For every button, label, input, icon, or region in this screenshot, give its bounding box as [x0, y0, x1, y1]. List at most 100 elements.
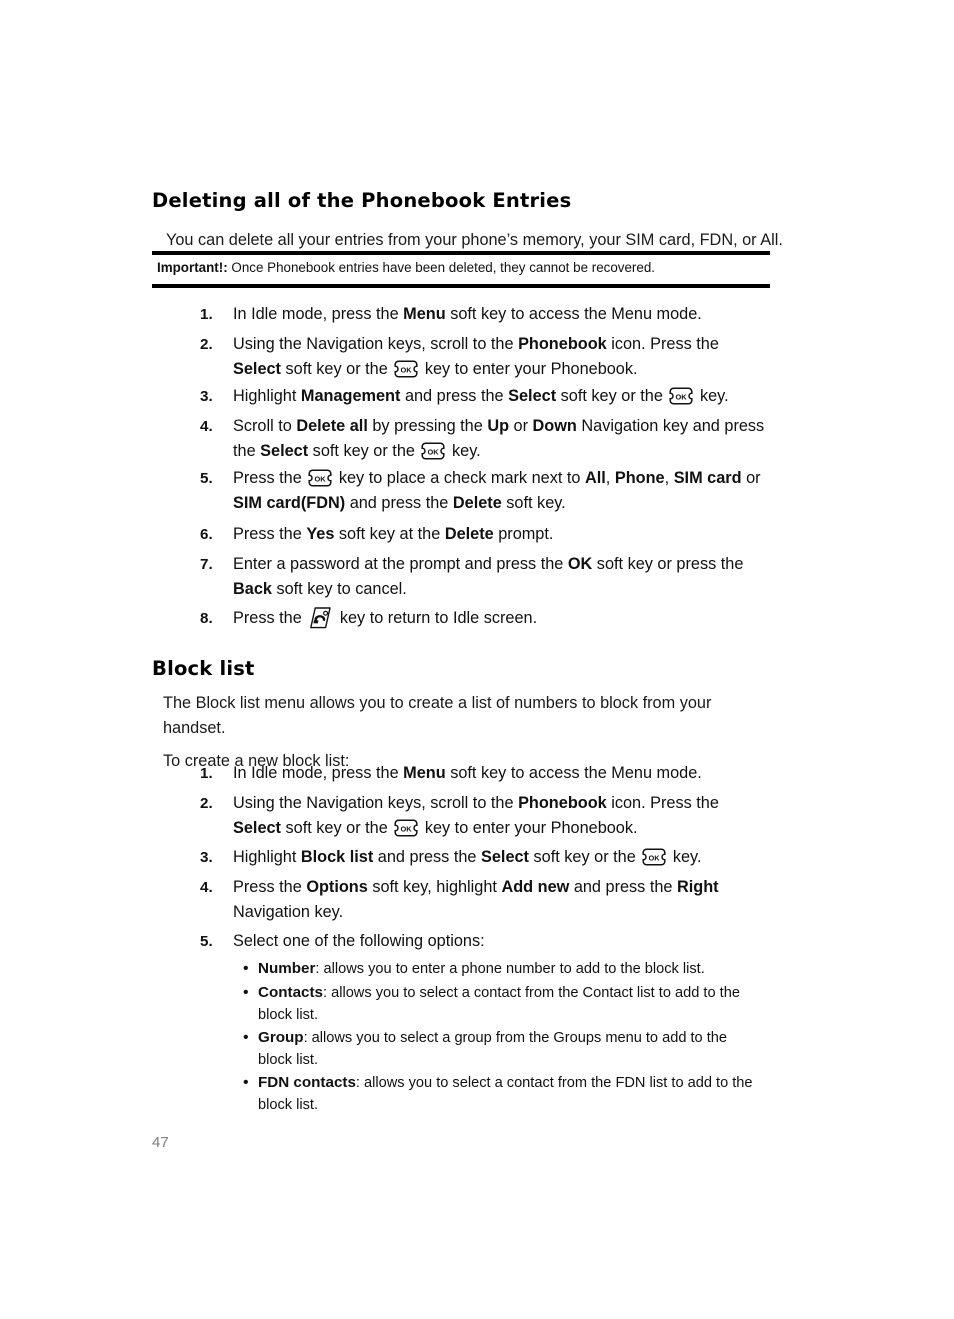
step-body: Using the Navigation keys, scroll to the…: [233, 791, 768, 841]
emphasis-term: Management: [300, 387, 401, 405]
bullet-icon: •: [243, 1029, 249, 1046]
numbered-step: 2. Using the Navigation keys, scroll to t…: [200, 332, 768, 382]
ok-key-icon: OK: [421, 442, 446, 460]
step-body: Highlight Management and press the Selec…: [233, 384, 768, 409]
svg-text:OK: OK: [401, 825, 413, 834]
option-list-item: • Group: allows you to select a group fro…: [243, 1027, 738, 1071]
ok-key-icon: OK: [669, 387, 693, 405]
step-text: key.: [668, 848, 702, 866]
option-text: Contacts: allows you to select a contact…: [258, 982, 743, 1026]
step-text: ,: [664, 469, 674, 487]
emphasis-term: Select: [233, 819, 281, 838]
step-number: 3.: [200, 849, 213, 866]
emphasis-term: Right: [677, 878, 719, 896]
step-number: 5.: [200, 470, 213, 487]
numbered-step: 2. Using the Navigation keys, scroll to t…: [200, 791, 768, 841]
step-number: 1.: [200, 765, 213, 782]
step-body: Select one of the following options:: [233, 929, 768, 954]
step-number: 7.: [200, 556, 213, 573]
emphasis-term: SIM card: [673, 469, 742, 487]
step-text: Highlight: [233, 848, 301, 866]
step-text: Using the Navigation keys, scroll to the: [233, 335, 519, 353]
step-text: key to return to Idle screen.: [335, 609, 538, 627]
important-rule-top: [152, 251, 770, 255]
step-text: soft key or the: [280, 819, 393, 838]
ok-key-icon: OK: [394, 360, 418, 378]
step-number: 4.: [200, 879, 213, 896]
step-text: soft key, highlight: [367, 878, 502, 896]
step-number: 3.: [200, 388, 213, 405]
emphasis-term: Delete: [444, 525, 494, 543]
bullet-icon: •: [243, 1074, 249, 1091]
important-text: Once Phonebook entries have been deleted…: [231, 260, 655, 275]
option-term: FDN contacts: [258, 1074, 356, 1091]
step-text: Select one of the following options:: [233, 932, 485, 950]
step-number: 4.: [200, 418, 213, 435]
step-text: Navigation key.: [233, 903, 344, 922]
emphasis-term: Down: [532, 417, 577, 435]
step-text: and press the: [373, 848, 481, 866]
option-list-item: • FDN contacts: allows you to select a co…: [243, 1072, 753, 1116]
step-number: 6.: [200, 526, 213, 543]
step-number: 8.: [200, 610, 213, 627]
svg-text:OK: OK: [649, 854, 661, 863]
section-title-block-list: Block list: [152, 657, 255, 681]
numbered-step: 4. Scroll to Delete all by pressing the U…: [200, 414, 768, 464]
emphasis-term: Phone: [614, 469, 665, 487]
step-text: soft key to access the Menu mode.: [445, 305, 702, 323]
option-text: Group: allows you to select a group from…: [258, 1027, 738, 1071]
emphasis-term: Add new: [501, 878, 570, 896]
step-text: Using the Navigation keys, scroll to the: [233, 794, 519, 812]
step-text: In Idle mode, press the: [233, 764, 404, 782]
step-text: icon. Press the: [606, 794, 719, 812]
option-term: Group: [258, 1029, 304, 1046]
step-text: Enter a password at the prompt and press…: [233, 555, 568, 573]
emphasis-term: Delete: [452, 494, 502, 513]
step-number: 2.: [200, 336, 213, 353]
page-title-deleting-phonebook-entries: Deleting all of the Phonebook Entries: [152, 189, 572, 213]
block-list-description: The Block list menu allows you to create…: [163, 694, 712, 738]
numbered-step: 1. In Idle mode, press the Menu soft key …: [200, 302, 768, 327]
step-number: 5.: [200, 933, 213, 950]
step-text: key to enter your Phonebook.: [420, 360, 638, 379]
step-text: soft key or the: [556, 387, 668, 405]
numbered-step: 6. Press the Yes soft key at the Delete p…: [200, 522, 768, 547]
step-number: 1.: [200, 306, 213, 323]
emphasis-term: Select: [233, 360, 281, 379]
emphasis-term: All: [584, 469, 606, 487]
step-text: soft key or the: [280, 360, 393, 379]
step-text: soft key at the: [334, 525, 445, 543]
step-text: Press the: [233, 878, 307, 896]
ok-key-icon: OK: [394, 819, 418, 837]
option-text: FDN contacts: allows you to select a con…: [258, 1072, 753, 1116]
step-text: by pressing the: [367, 417, 488, 435]
manual-page: Deleting all of the Phonebook Entries Yo…: [0, 0, 954, 1319]
emphasis-term: Select: [481, 848, 529, 866]
intro-paragraph: You can delete all your entries from you…: [166, 231, 783, 250]
step-text: soft key or the: [528, 848, 641, 866]
bullet-icon: •: [243, 984, 249, 1001]
step-body: Scroll to Delete all by pressing the Up …: [233, 414, 768, 464]
numbered-step: 5. Press the OK key to place a check mark…: [200, 466, 768, 516]
step-text: soft key or the: [308, 442, 420, 461]
step-text: Press the: [233, 609, 307, 627]
numbered-step: 3. Highlight Block list and press the Sel…: [200, 845, 768, 870]
important-rule-bottom: [152, 284, 770, 288]
step-body: Enter a password at the prompt and press…: [233, 552, 768, 602]
step-number: 2.: [200, 795, 213, 812]
emphasis-term: Up: [487, 417, 510, 435]
step-text: icon. Press the: [606, 335, 719, 353]
numbered-step: 8. Press the key to return to Idle screen…: [200, 606, 768, 631]
page-number: 47: [152, 1134, 169, 1151]
option-description: : allows you to enter a phone number to …: [315, 961, 705, 977]
step-text: Scroll to: [233, 417, 297, 435]
option-list-item: • Number: allows you to enter a phone num…: [243, 958, 763, 981]
step-body: In Idle mode, press the Menu soft key to…: [233, 302, 768, 327]
svg-text:OK: OK: [315, 475, 327, 484]
step-text: soft key.: [501, 494, 566, 513]
step-body: Press the key to return to Idle screen.: [233, 606, 768, 631]
step-body: Press the Options soft key, highlight Ad…: [233, 875, 768, 925]
step-body: Using the Navigation keys, scroll to the…: [233, 332, 768, 382]
ok-key-icon: OK: [308, 469, 332, 487]
numbered-step: 1. In Idle mode, press the Menu soft key …: [200, 761, 768, 786]
